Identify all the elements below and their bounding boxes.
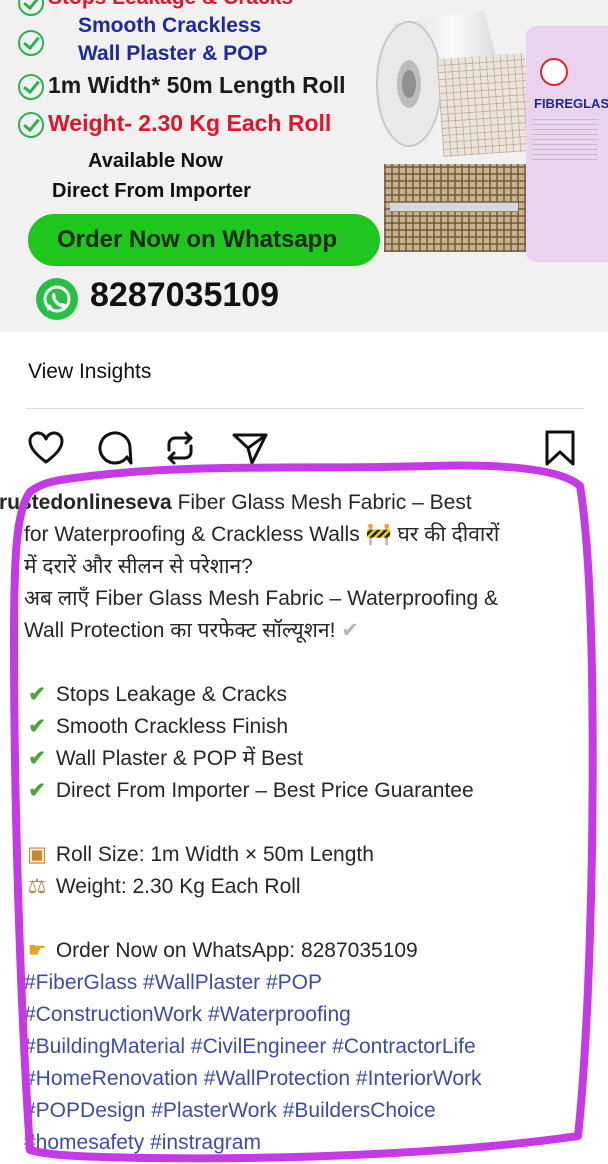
promo-available-now: Available Now bbox=[88, 150, 223, 172]
caption-hindi-3: Wall Protection का परफेक्ट सॉल्यूशन! bbox=[24, 619, 342, 642]
check-mark-icon: ✔ bbox=[28, 779, 46, 802]
promo-bullet-size: 1m Width* 50m Length Roll bbox=[48, 72, 346, 98]
caption-hindi-2: अब लाएँ Fiber Glass Mesh Fabric – Waterp… bbox=[24, 587, 499, 610]
mesh-sample-photo bbox=[436, 53, 532, 157]
caption-order: Order Now on WhatsApp: 8287035109 bbox=[55, 939, 418, 962]
caption-feature-4: Direct From Importer – Best Price Guaran… bbox=[55, 779, 474, 802]
repost-icon[interactable] bbox=[160, 428, 200, 468]
caption-hindi-1: में दरारें और सीलन से परेशान? bbox=[24, 555, 253, 578]
whatsapp-icon bbox=[36, 278, 78, 320]
check-mark-icon: ✔ bbox=[28, 683, 46, 706]
mesh-closeup-photo bbox=[384, 164, 526, 252]
check-circle-icon bbox=[18, 30, 44, 56]
caption-weight: Weight: 2.30 Kg Each Roll bbox=[55, 875, 301, 898]
promo-image[interactable]: Stops Leakage & Cracks Smooth Crackless … bbox=[0, 0, 608, 332]
hashtag-line[interactable]: #HomeRenovation #WallProtection #Interio… bbox=[0, 1063, 592, 1095]
caption-username[interactable]: trustedonlineseva bbox=[0, 491, 172, 514]
comment-icon[interactable] bbox=[94, 428, 134, 468]
hashtag-line[interactable]: #POPDesign #PlasterWork #BuildersChoice bbox=[0, 1095, 592, 1127]
caption-intro-2-hindi: घर की दीवारों bbox=[391, 523, 500, 546]
construction-icon: 🚧 bbox=[365, 523, 392, 546]
like-icon[interactable] bbox=[26, 428, 66, 468]
caption-intro-1: Fiber Glass Mesh Fabric – Best bbox=[171, 491, 472, 514]
divider bbox=[26, 408, 584, 409]
promo-bullet-top: Stops Leakage & Cracks bbox=[48, 0, 293, 10]
hashtag-line[interactable]: #homesafety #instragram bbox=[0, 1127, 592, 1159]
check-mark-icon: ✔ bbox=[28, 747, 46, 770]
check-circle-icon bbox=[18, 0, 44, 16]
promo-bullet-blue-1: Smooth Crackless bbox=[78, 14, 262, 37]
promo-phone-number: 8287035109 bbox=[90, 276, 280, 314]
promo-bullet-blue-2: Wall Plaster & POP bbox=[78, 42, 268, 65]
caption-roll-size: Roll Size: 1m Width × 50m Length bbox=[55, 843, 374, 866]
promo-bullet-weight: Weight- 2.30 Kg Each Roll bbox=[48, 110, 332, 136]
save-icon[interactable] bbox=[540, 428, 580, 468]
caption-intro-2: for Waterproofing & Crackless Walls bbox=[24, 523, 366, 546]
post-caption: trustedonlineseva Fiber Glass Mesh Fabri… bbox=[0, 487, 592, 1159]
promo-direct-importer: Direct From Importer bbox=[52, 180, 251, 202]
order-on-whatsapp-button[interactable]: Order Now on Whatsapp bbox=[28, 214, 380, 266]
caption-feature-1: Stops Leakage & Cracks bbox=[55, 683, 287, 706]
package-brand-label: FIBREGLAS bbox=[534, 96, 608, 111]
hashtag-line[interactable]: #ConstructionWork #Waterproofing bbox=[0, 999, 592, 1031]
caption-feature-3: Wall Plaster & POP में Best bbox=[55, 747, 303, 770]
view-insights-link[interactable]: View Insights bbox=[28, 360, 151, 384]
scale-icon: ⚖ bbox=[27, 875, 47, 898]
package-icon: ▣ bbox=[27, 843, 47, 866]
brand-logo-icon bbox=[540, 58, 568, 86]
share-icon[interactable] bbox=[230, 428, 270, 468]
hashtag-line[interactable]: #FiberGlass #WallPlaster #POP bbox=[0, 967, 592, 999]
hashtag-line[interactable]: #BuildingMaterial #CivilEngineer #Contra… bbox=[0, 1031, 592, 1063]
pointing-hand-icon: ☛ bbox=[27, 939, 47, 962]
check-circle-icon bbox=[18, 74, 44, 100]
check-mark-icon: ✔ bbox=[341, 619, 359, 642]
caption-feature-2: Smooth Crackless Finish bbox=[55, 715, 289, 738]
check-mark-icon: ✔ bbox=[28, 715, 46, 738]
check-circle-icon bbox=[18, 112, 44, 138]
package-fine-print bbox=[532, 116, 598, 160]
